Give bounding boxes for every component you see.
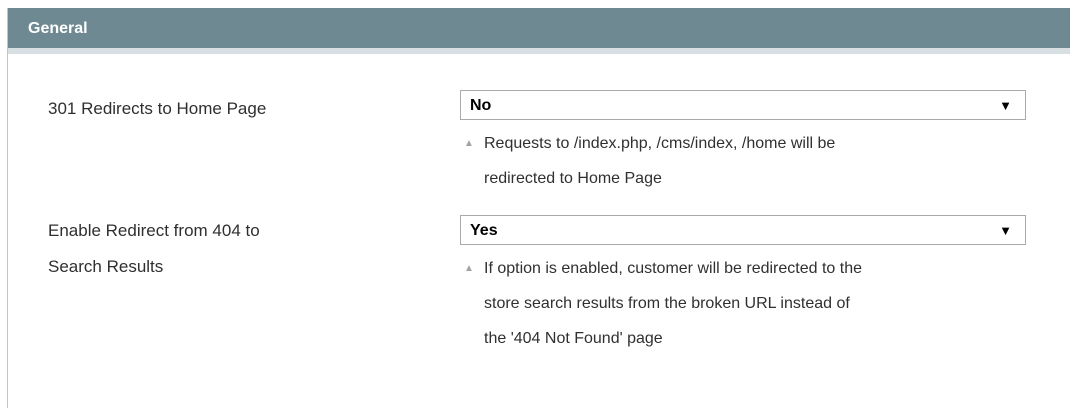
- note-triangle-icon: ▲: [464, 263, 474, 274]
- redirect-home-select[interactable]: No ▼: [460, 90, 1026, 120]
- redirect-home-note-line-1: ▲ Requests to /index.php, /cms/index, /ho…: [464, 126, 1024, 161]
- settings-panel: General 301 Redirects to Home Page No ▼ …: [7, 8, 1070, 408]
- chevron-down-icon: ▼: [999, 223, 1012, 238]
- redirect-home-note-line-2: redirected to Home Page: [484, 170, 662, 187]
- redirect-404-select[interactable]: Yes ▼: [460, 215, 1026, 245]
- redirect-home-select-value: No: [470, 97, 492, 114]
- redirect-404-note: ▲ If option is enabled, customer will be …: [464, 251, 1024, 356]
- chevron-down-icon: ▼: [999, 98, 1012, 113]
- section-header-general[interactable]: General: [8, 8, 1070, 54]
- redirect-404-note-line-1: ▲ If option is enabled, customer will be …: [464, 251, 1024, 286]
- redirect-404-select-value: Yes: [470, 222, 498, 239]
- redirect-404-note-line-2: store search results from the broken URL…: [484, 295, 850, 312]
- section-title: General: [28, 20, 88, 37]
- redirect-home-note: ▲ Requests to /index.php, /cms/index, /ho…: [464, 126, 1024, 196]
- redirect-home-label: 301 Redirects to Home Page: [48, 99, 267, 118]
- note-triangle-icon: ▲: [464, 138, 474, 149]
- redirect-404-label-line-1: Enable Redirect from 404 to: [48, 221, 260, 240]
- redirect-404-label-line-2: Search Results: [48, 257, 164, 276]
- redirect-404-note-line-3: the '404 Not Found' page: [484, 330, 663, 347]
